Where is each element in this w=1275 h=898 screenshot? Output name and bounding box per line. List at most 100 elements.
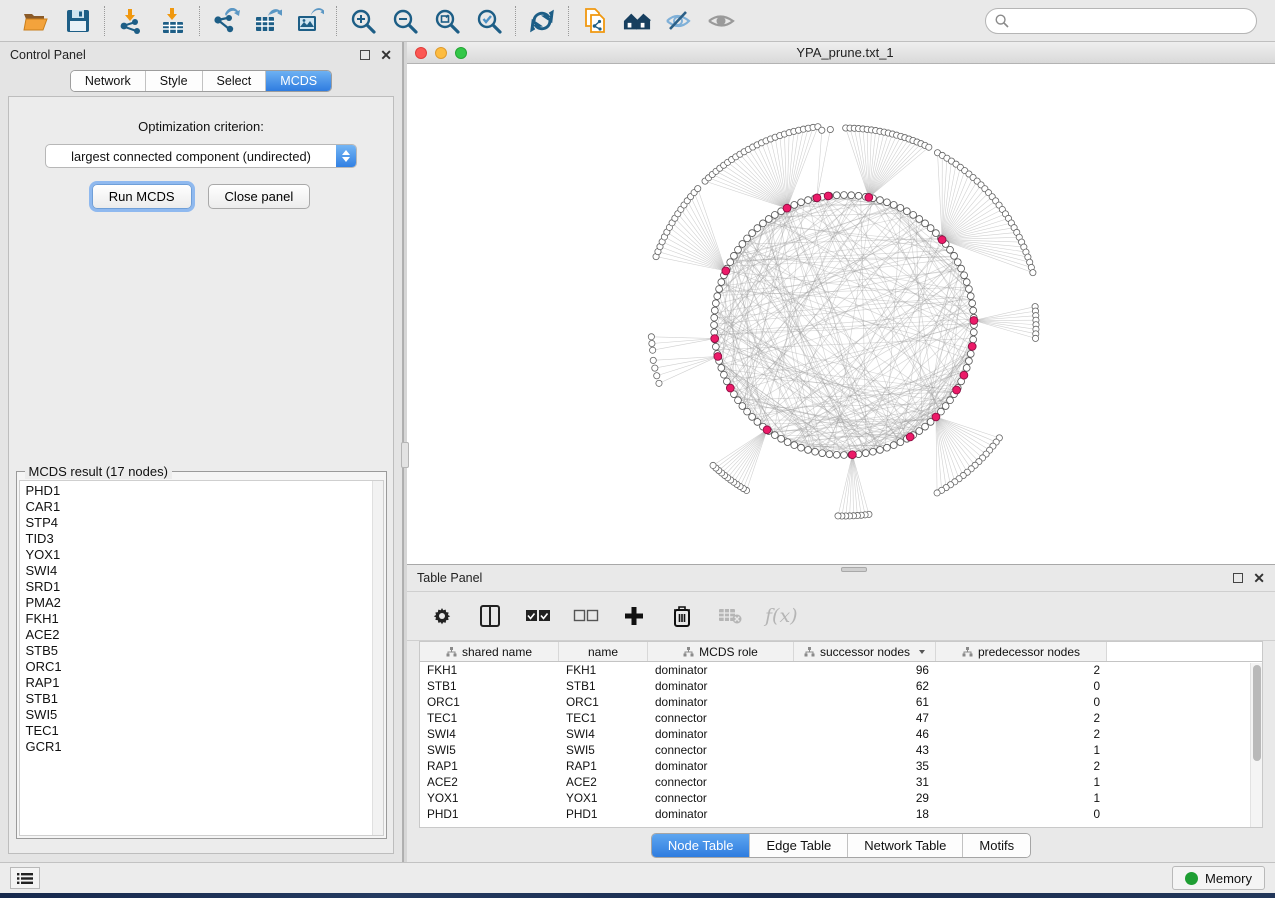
table-cell[interactable]: connector — [648, 791, 794, 805]
table-cell[interactable]: dominator — [648, 727, 794, 741]
column-header-shared-name[interactable]: shared name — [420, 642, 559, 661]
first-neighbors-icon[interactable] — [623, 7, 651, 35]
column-header-name[interactable]: name — [559, 642, 648, 661]
select-all-checkboxes-icon[interactable] — [525, 603, 551, 629]
table-cell[interactable]: TEC1 — [420, 711, 559, 725]
run-mcds-button[interactable]: Run MCDS — [92, 184, 192, 209]
mcds-result-item[interactable]: ORC1 — [26, 659, 383, 675]
hide-selected-icon[interactable] — [665, 7, 693, 35]
table-cell[interactable]: ACE2 — [420, 775, 559, 789]
mcds-result-item[interactable]: YOX1 — [26, 547, 383, 563]
table-cell[interactable]: FKH1 — [559, 663, 648, 677]
import-network-icon[interactable] — [117, 7, 145, 35]
table-row[interactable]: TEC1TEC1connector472 — [420, 710, 1262, 726]
tab-select[interactable]: Select — [203, 71, 267, 91]
import-table-icon[interactable] — [159, 7, 187, 35]
column-header-successor-nodes[interactable]: successor nodes — [794, 642, 936, 661]
export-network-icon[interactable] — [212, 7, 240, 35]
optimization-criterion-select[interactable]: largest connected component (undirected) — [45, 144, 357, 168]
zoom-fit-icon[interactable] — [433, 7, 461, 35]
table-cell[interactable]: connector — [648, 711, 794, 725]
table-cell[interactable]: 0 — [936, 807, 1107, 821]
table-cell[interactable]: 35 — [794, 759, 936, 773]
column-header-MCDS-role[interactable]: MCDS role — [648, 642, 794, 661]
table-cell[interactable]: SWI4 — [420, 727, 559, 741]
table-cell[interactable]: ORC1 — [420, 695, 559, 709]
close-panel-button[interactable]: Close panel — [208, 184, 311, 209]
table-cell[interactable]: 1 — [936, 791, 1107, 805]
column-header-predecessor-nodes[interactable]: predecessor nodes — [936, 642, 1107, 661]
float-table-panel-icon[interactable] — [1233, 573, 1243, 583]
mcds-result-item[interactable]: GCR1 — [26, 739, 383, 755]
chevron-down-icon[interactable] — [919, 650, 925, 654]
table-cell[interactable]: 2 — [936, 711, 1107, 725]
table-cell[interactable]: 62 — [794, 679, 936, 693]
mcds-list-scrollbar[interactable] — [372, 481, 383, 835]
mcds-result-item[interactable]: SWI5 — [26, 707, 383, 723]
mcds-result-item[interactable]: SRD1 — [26, 579, 383, 595]
table-cell[interactable]: dominator — [648, 759, 794, 773]
table-cell[interactable]: FKH1 — [420, 663, 559, 677]
table-cell[interactable]: 1 — [936, 775, 1107, 789]
task-history-button[interactable] — [10, 867, 40, 889]
splitter-handle[interactable] — [401, 442, 409, 468]
mcds-result-item[interactable]: STB5 — [26, 643, 383, 659]
table-cell[interactable]: 31 — [794, 775, 936, 789]
table-cell[interactable]: 96 — [794, 663, 936, 677]
delete-column-icon[interactable] — [669, 603, 695, 629]
add-column-icon[interactable] — [621, 603, 647, 629]
table-cell[interactable]: STB1 — [420, 679, 559, 693]
table-row[interactable]: SWI4SWI4dominator462 — [420, 726, 1262, 742]
table-cell[interactable]: connector — [648, 743, 794, 757]
network-window-titlebar[interactable]: YPA_prune.txt_1 — [407, 42, 1275, 64]
zoom-selected-icon[interactable] — [475, 7, 503, 35]
mcds-result-item[interactable]: ACE2 — [26, 627, 383, 643]
tab-motifs[interactable]: Motifs — [963, 834, 1030, 857]
clone-network-icon[interactable] — [581, 7, 609, 35]
deselect-all-checkboxes-icon[interactable] — [573, 603, 599, 629]
table-cell[interactable]: ORC1 — [559, 695, 648, 709]
mcds-result-item[interactable]: STP4 — [26, 515, 383, 531]
table-cell[interactable]: YOX1 — [420, 791, 559, 805]
table-row[interactable]: YOX1YOX1connector291 — [420, 790, 1262, 806]
zoom-out-icon[interactable] — [391, 7, 419, 35]
table-cell[interactable]: dominator — [648, 807, 794, 821]
table-row[interactable]: ACE2ACE2connector311 — [420, 774, 1262, 790]
mcds-result-item[interactable]: TEC1 — [26, 723, 383, 739]
mcds-result-item[interactable]: CAR1 — [26, 499, 383, 515]
close-panel-icon[interactable]: ✕ — [380, 48, 392, 62]
table-cell[interactable]: 2 — [936, 663, 1107, 677]
table-cell[interactable]: 47 — [794, 711, 936, 725]
export-table-icon[interactable] — [254, 7, 282, 35]
table-cell[interactable]: RAP1 — [559, 759, 648, 773]
table-row[interactable]: PHD1PHD1dominator180 — [420, 806, 1262, 822]
mcds-result-item[interactable]: PHD1 — [26, 483, 383, 499]
tab-network[interactable]: Network — [71, 71, 146, 91]
table-cell[interactable]: 2 — [936, 759, 1107, 773]
mcds-result-item[interactable]: FKH1 — [26, 611, 383, 627]
table-cell[interactable]: 0 — [936, 695, 1107, 709]
table-cell[interactable]: 43 — [794, 743, 936, 757]
mcds-result-item[interactable]: TID3 — [26, 531, 383, 547]
table-row[interactable]: SWI5SWI5connector431 — [420, 742, 1262, 758]
table-cell[interactable]: 1 — [936, 743, 1107, 757]
table-cell[interactable]: RAP1 — [420, 759, 559, 773]
close-table-panel-icon[interactable]: ✕ — [1253, 571, 1265, 585]
save-icon[interactable] — [64, 7, 92, 35]
mcds-result-item[interactable]: PMA2 — [26, 595, 383, 611]
table-cell[interactable]: 61 — [794, 695, 936, 709]
show-all-icon[interactable] — [707, 7, 735, 35]
tab-style[interactable]: Style — [146, 71, 203, 91]
table-cell[interactable]: connector — [648, 775, 794, 789]
zoom-in-icon[interactable] — [349, 7, 377, 35]
minimize-window-icon[interactable] — [435, 47, 447, 59]
search-input[interactable] — [1015, 14, 1247, 28]
table-cell[interactable]: SWI5 — [559, 743, 648, 757]
table-scrollbar-thumb[interactable] — [1253, 665, 1261, 761]
mcds-result-item[interactable]: STB1 — [26, 691, 383, 707]
mcds-result-item[interactable]: RAP1 — [26, 675, 383, 691]
table-cell[interactable]: dominator — [648, 695, 794, 709]
settings-gear-icon[interactable] — [429, 603, 455, 629]
open-file-icon[interactable] — [22, 7, 50, 35]
column-layout-icon[interactable] — [477, 603, 503, 629]
